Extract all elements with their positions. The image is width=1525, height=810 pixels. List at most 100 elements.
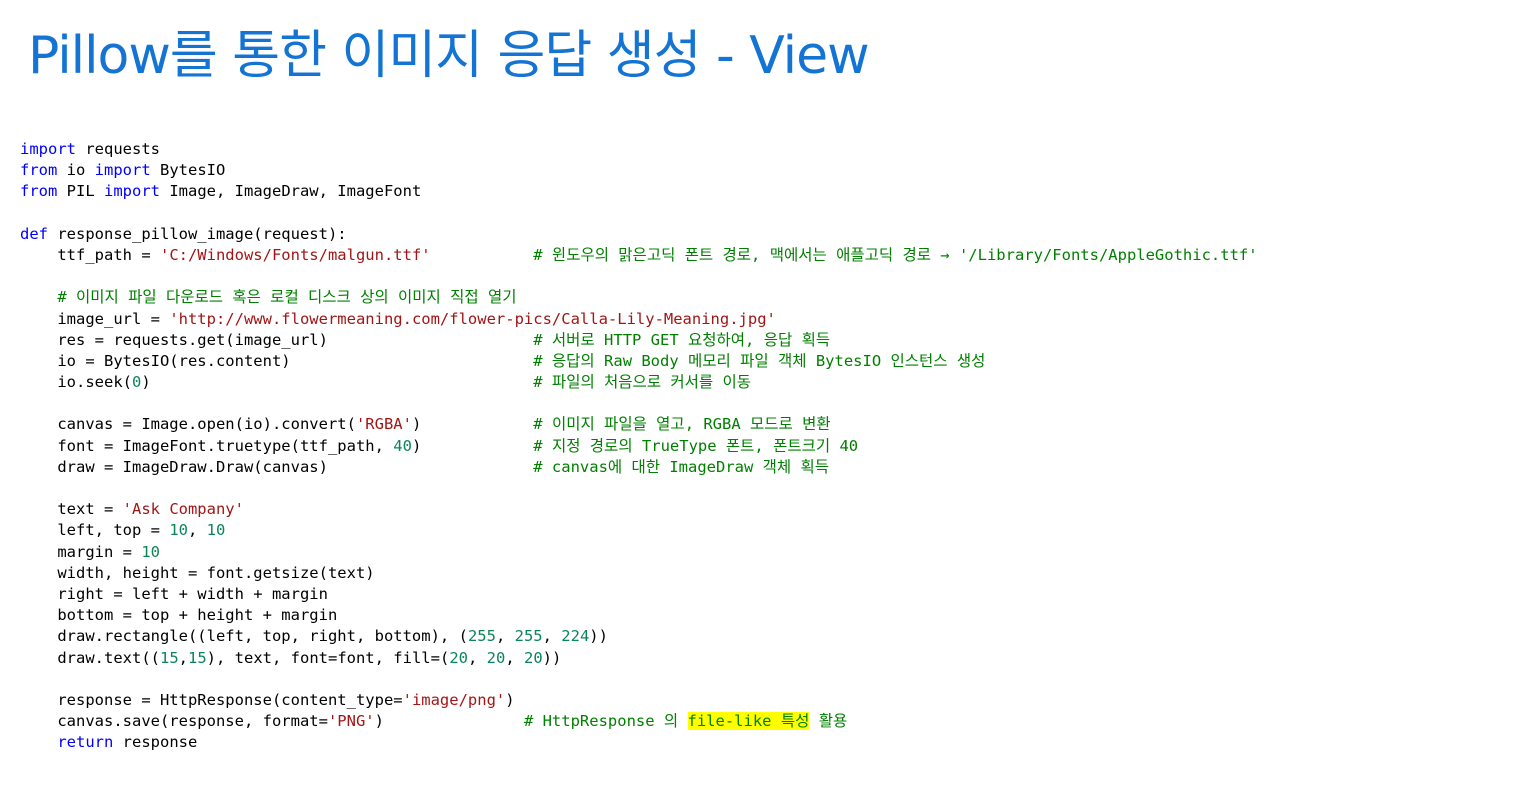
code-number: 10: [206, 521, 226, 540]
code-line: response = HttpResponse(content_type='im…: [20, 690, 1258, 711]
code-keyword: import: [104, 182, 160, 201]
code-text: ): [141, 373, 534, 392]
code-line: ttf_path = 'C:/Windows/Fonts/malgun.ttf'…: [20, 245, 1258, 266]
code-line: draw = ImageDraw.Draw(canvas) # canvas에 …: [20, 457, 1258, 478]
code-keyword: from: [20, 161, 58, 180]
code-number: 255: [467, 627, 496, 646]
code-line: io.seek(0) # 파일의 처음으로 커서를 이동: [20, 372, 1258, 393]
code-text: BytesIO: [150, 161, 226, 180]
code-text: ): [411, 415, 534, 434]
code-text: )): [589, 627, 608, 646]
code-text: res = requests.get(image_url): [20, 330, 534, 349]
code-text: margin =: [20, 542, 142, 561]
code-text: ,: [467, 648, 487, 667]
code-line: margin = 10: [20, 542, 1258, 563]
code-text: text =: [20, 500, 123, 519]
code-text: ,: [542, 627, 562, 646]
code-text: canvas = Image.open(io).convert(: [20, 415, 356, 434]
code-comment: # 서버로 HTTP GET 요청하여, 응답 획득: [533, 330, 831, 349]
code-comment: # 파일의 처음으로 커서를 이동: [533, 373, 752, 392]
code-comment: # HttpResponse 의: [523, 712, 688, 731]
code-line: right = left + width + margin: [20, 584, 1258, 605]
code-line: return response: [20, 732, 1258, 753]
code-text: draw.text((: [20, 648, 160, 667]
code-text: width, height = font.getsize(text): [20, 563, 375, 582]
code-number: 0: [131, 373, 142, 392]
code-string: 'C:/Windows/Fonts/malgun.ttf': [159, 245, 431, 264]
code-line: font = ImageFont.truetype(ttf_path, 40) …: [20, 436, 1258, 457]
code-comment: # canvas에 대한 ImageDraw 객체 획득: [533, 457, 830, 476]
code-text: ): [374, 712, 524, 731]
code-line: io = BytesIO(res.content) # 응답의 Raw Body…: [20, 351, 1258, 372]
code-text: ,: [505, 648, 524, 667]
code-text: response_pillow_image(request):: [48, 224, 347, 243]
code-string: 'Ask Company': [122, 500, 244, 519]
code-number: 40: [393, 436, 412, 455]
code-text: ,: [495, 627, 515, 646]
code-text: bottom = top + height + margin: [20, 606, 338, 625]
code-number: 224: [561, 627, 590, 646]
code-line: left, top = 10, 10: [20, 520, 1258, 541]
code-line: from PIL import Image, ImageDraw, ImageF…: [20, 181, 1258, 202]
code-number: 10: [141, 542, 160, 561]
code-number: 15: [188, 648, 207, 667]
code-keyword: import: [94, 161, 151, 180]
code-text: response = HttpResponse(content_type=: [20, 690, 403, 709]
code-text: requests: [76, 140, 160, 158]
code-number: 20: [449, 648, 468, 667]
code-number: 15: [159, 648, 179, 667]
code-keyword: def: [20, 224, 48, 243]
code-line: image_url = 'http://www.flowermeaning.co…: [20, 309, 1258, 330]
code-string: 'image/png': [402, 690, 506, 709]
code-text: io.seek(: [20, 373, 132, 392]
code-line: def response_pillow_image(request):: [20, 224, 1258, 245]
code-line: canvas.save(response, format='PNG') # Ht…: [20, 711, 1258, 732]
code-text: draw.rectangle((left, top, right, bottom…: [20, 627, 468, 646]
code-string: 'http://www.flowermeaning.com/flower-pic…: [169, 309, 776, 328]
code-line: draw.rectangle((left, top, right, bottom…: [20, 626, 1258, 647]
code-text: ), text, font=font, fill=(: [206, 648, 450, 667]
code-line: # 이미지 파일 다운로드 혹은 로컬 디스크 상의 이미지 직접 열기: [20, 287, 1258, 308]
code-line: canvas = Image.open(io).convert('RGBA') …: [20, 414, 1258, 435]
code-line: res = requests.get(image_url) # 서버로 HTTP…: [20, 330, 1258, 351]
code-line: text = 'Ask Company': [20, 499, 1258, 520]
code-text: io = BytesIO(res.content): [20, 351, 534, 370]
code-line: draw.text((15,15), text, font=font, fill…: [20, 648, 1258, 669]
code-text: PIL: [57, 182, 104, 201]
code-text: draw = ImageDraw.Draw(canvas): [20, 457, 534, 476]
code-text: io: [57, 161, 95, 180]
code-comment: # 이미지 파일을 열고, RGBA 모드로 변환: [533, 415, 831, 434]
code-comment: # 이미지 파일 다운로드 혹은 로컬 디스크 상의 이미지 직접 열기: [57, 288, 517, 307]
code-line: from io import BytesIO: [20, 160, 1258, 181]
code-line: width, height = font.getsize(text): [20, 563, 1258, 584]
code-text: response: [113, 733, 198, 752]
code-number: 20: [524, 648, 543, 667]
code-text: ): [411, 436, 534, 455]
code-text: font = ImageFont.truetype(ttf_path,: [20, 436, 394, 455]
code-keyword: return: [57, 733, 114, 752]
code-comment: # 지정 경로의 TrueType 폰트, 폰트크기 40: [533, 436, 859, 455]
slide-title: Pillow를 통한 이미지 응답 생성 - View: [28, 26, 870, 86]
code-keyword: from: [20, 182, 58, 201]
code-text: ,: [187, 521, 207, 540]
code-comment: # 윈도우의 맑은고딕 폰트 경로, 맥에서는 애플고딕 경로 → '/Libr…: [533, 245, 1258, 264]
highlighted-comment: file-like 특성: [687, 712, 810, 731]
code-text: )): [542, 648, 562, 667]
code-number: 255: [514, 627, 543, 646]
code-keyword: import: [20, 140, 76, 158]
code-line: import requests: [20, 139, 1258, 160]
code-comment: # 응답의 Raw Body 메모리 파일 객체 BytesIO 인스턴스 생성: [533, 351, 986, 370]
code-text: image_url =: [20, 309, 170, 328]
code-text: canvas.save(response, format=: [20, 712, 328, 731]
code-text: ): [505, 690, 515, 709]
code-text: right = left + width + margin: [20, 584, 328, 603]
code-text: ttf_path =: [20, 245, 160, 264]
